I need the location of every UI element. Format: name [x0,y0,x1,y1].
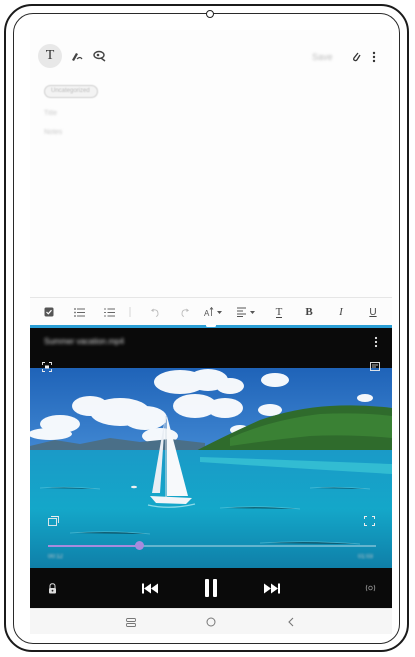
pause-icon [205,579,217,597]
attach-icon[interactable] [351,51,361,63]
home-icon [206,617,216,627]
back-button[interactable] [282,609,300,634]
text-mode-label: T [45,48,55,63]
undo-button[interactable] [146,298,164,326]
format-toolbar: A T B I U [30,297,392,326]
numbered-list-icon [103,308,115,316]
seek-progress [48,545,140,547]
bold-icon: B [305,306,313,318]
note-body-field[interactable]: Notes [44,129,62,136]
italic-button[interactable]: I [332,298,350,326]
svg-text:A: A [204,309,210,317]
category-chip[interactable]: Uncategorized [44,85,98,98]
recent-apps-icon [126,617,136,627]
underline-button[interactable]: U [364,298,382,326]
bulleted-list-icon [73,307,85,317]
popup-player-icon[interactable] [370,362,380,371]
pause-button[interactable] [202,568,220,608]
recent-apps-button[interactable] [122,609,140,634]
bold-button[interactable]: B [300,298,318,326]
more-options-icon[interactable] [372,51,376,63]
front-camera [206,10,214,18]
lock-button[interactable] [44,568,60,608]
notes-toolbar: T Save [30,30,392,86]
toolbar-divider [128,298,132,326]
split-screen-handle[interactable] [206,324,216,327]
video-player: Summer vacation.mp4 00:12 01:03 [30,328,392,608]
checkbox-button[interactable] [40,298,58,326]
video-more-options-icon[interactable] [374,336,378,348]
next-button[interactable] [262,568,282,608]
align-button[interactable] [236,298,260,326]
back-icon [288,617,294,627]
redo-icon [181,308,189,317]
font-size-icon: A [204,307,222,317]
previous-icon [142,583,158,593]
home-button[interactable] [202,609,220,634]
title-field[interactable]: Title [44,110,57,117]
rotate-icon [365,584,375,592]
screen: T Save Uncategorized Title Notes A T B I… [30,30,392,634]
text-color-button[interactable]: T [270,298,288,326]
undo-icon [151,308,159,317]
rotate-button[interactable] [362,568,378,608]
save-button[interactable]: Save [312,52,333,62]
pen-icon[interactable] [70,50,84,62]
align-icon [237,307,255,317]
numbered-list-button[interactable] [100,298,118,326]
bulleted-list-button[interactable] [70,298,88,326]
redo-button[interactable] [176,298,194,326]
font-size-button[interactable]: A [203,298,227,326]
screen-capture-icon[interactable] [42,362,52,372]
lock-icon [48,582,56,593]
italic-icon: I [339,306,343,318]
total-time: 01:03 [358,554,374,560]
text-color-icon: T [275,305,283,318]
video-title: Summer vacation.mp4 [44,337,125,346]
current-time: 00:12 [48,554,64,560]
sailboat-scene [30,368,392,568]
checkbox-icon [44,307,54,317]
video-frame[interactable] [30,368,392,568]
playback-controls [30,568,392,608]
navigation-bar [30,608,392,634]
previous-button[interactable] [140,568,160,608]
next-icon [264,583,280,593]
text-mode-button[interactable]: T [38,44,62,68]
picture-in-picture-icon[interactable] [48,516,59,526]
underline-icon: U [369,306,377,318]
fullscreen-icon[interactable] [364,516,375,526]
brush-icon[interactable] [93,50,107,62]
